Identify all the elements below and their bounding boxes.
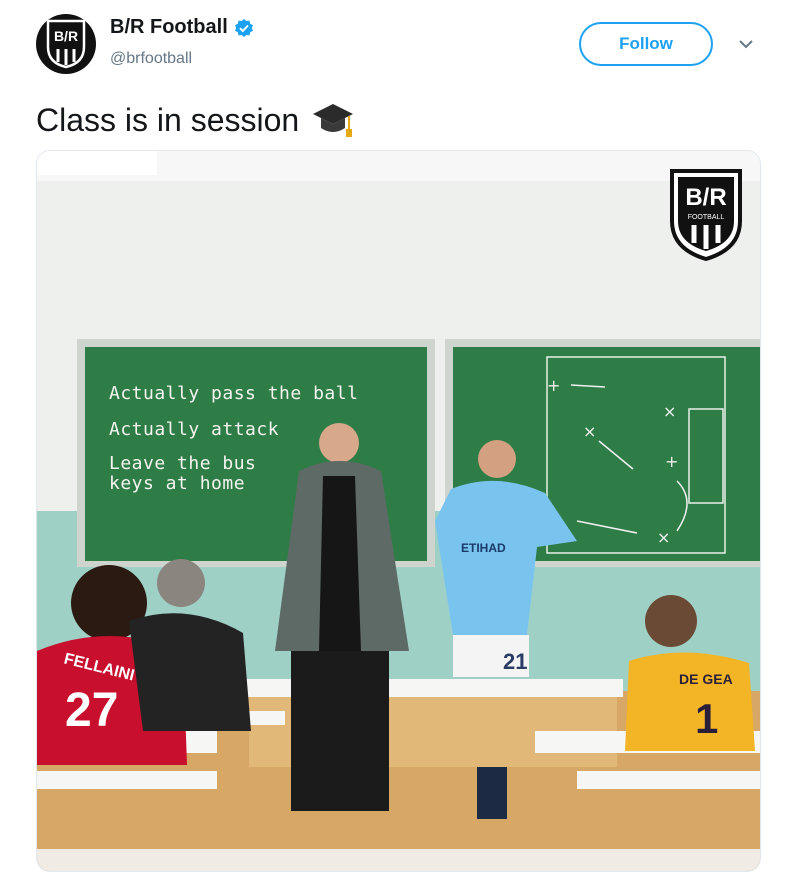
svg-text:×: × [663,402,676,421]
chalkboard-line-1: Actually pass the ball [109,383,359,404]
degea-jersey-number: 1 [695,695,719,742]
svg-text:×: × [657,528,670,547]
chalkboard-line-3: Leave the bus [109,453,257,474]
follow-button[interactable]: Follow [579,22,713,66]
silva-shorts-number: 21 [503,649,528,674]
chalkboard-line-2: Actually attack [109,419,280,440]
svg-text:B/R: B/R [54,28,78,44]
br-logo-icon: B/R FOOTBALL [670,169,742,261]
tweet-text: Class is in session [36,100,355,140]
account-name[interactable]: B/R Football [110,16,228,39]
fellaini-jersey-number: 27 [65,684,119,737]
classroom-scene: + × × + × [37,151,760,871]
silva-sponsor-text: ETIHAD [461,541,506,555]
graduation-cap-icon [313,104,354,137]
verified-badge-icon [234,18,253,37]
account-name-row: B/R Football [110,16,254,39]
br-logo-subtext: FOOTBALL [688,214,725,221]
degea-jersey-name: DE GEA [679,671,733,687]
svg-text:×: × [583,422,596,441]
account-handle[interactable]: @brfootball [110,50,192,68]
br-shield-icon: B/R [46,19,86,69]
chevron-down-icon[interactable] [736,34,756,54]
tweet-header: B/R B/R Football @brfootball Follow [0,0,800,90]
chalkboard-line-4: keys at home [109,473,246,494]
avatar[interactable]: B/R [36,14,96,74]
tweet-media-image[interactable]: + × × + × Actually pass the ball Actuall… [36,150,761,872]
svg-text:+: + [547,376,560,395]
br-logo-text: B/R [685,184,726,211]
tweet-text-content: Class is in session [36,101,300,138]
svg-text:+: + [665,452,678,471]
